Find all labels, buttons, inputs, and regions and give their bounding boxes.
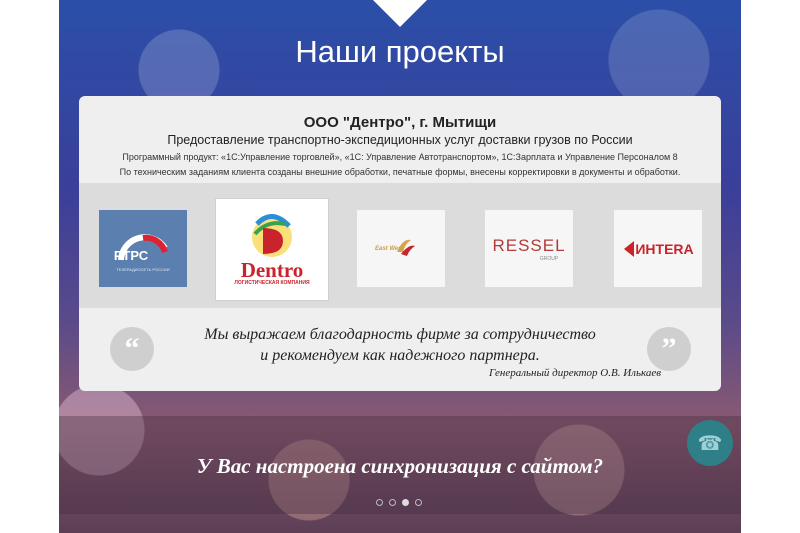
intera-arrow-icon — [624, 240, 635, 257]
sync-question: У Вас настроена синхронизация с сайтом? — [196, 454, 604, 478]
logo-rtrs[interactable]: РТРС ТЕЛЕРАДИОСЕТЬ РОССИИ — [99, 210, 187, 287]
testimonial-line2: и рекомендуем как надежного партнера. — [260, 347, 540, 364]
carousel-dot-active[interactable] — [402, 499, 409, 506]
phone-icon[interactable]: ☎ — [687, 420, 733, 466]
testimonial: “ Мы выражаем благодарность фирме за сот… — [79, 309, 721, 389]
east-west-label: East West — [375, 246, 404, 252]
project-card: ООО "Дентро", г. Мытищи Предоставление т… — [79, 96, 721, 391]
projects-section: Наши проекты ООО "Дентро", г. Мытищи Пре… — [59, 0, 741, 533]
project-software: Программный продукт: «1С:Управление торг… — [122, 152, 678, 162]
quote-close-icon: ” — [647, 327, 691, 371]
carousel-dot[interactable] — [415, 499, 422, 506]
testimonial-line1: Мы выражаем благодарность фирме за сотру… — [204, 326, 596, 343]
rtrs-sublabel: ТЕЛЕРАДИОСЕТЬ РОССИИ — [116, 266, 170, 272]
project-company: ООО "Дентро", г. Мытищи — [303, 114, 497, 131]
logo-east-west[interactable]: East West — [357, 210, 445, 287]
rtrs-label: РТРС — [113, 247, 149, 263]
carousel-dots — [376, 499, 422, 506]
project-subtitle: Предоставление транспортно-экспедиционны… — [167, 133, 633, 147]
ressel-label: RESSEL — [492, 235, 566, 255]
section-title: Наши проекты — [295, 34, 505, 69]
carousel-dot[interactable] — [389, 499, 396, 506]
ressel-sublabel: GROUP — [539, 255, 559, 262]
logo-ressel[interactable]: RESSEL GROUP — [485, 210, 573, 287]
dentro-sublabel: ЛОГИСТИЧЕСКАЯ КОМПАНИЯ — [234, 279, 310, 286]
carousel-dot[interactable] — [376, 499, 383, 506]
dentro-label: Dentro — [240, 257, 304, 282]
logo-intera[interactable]: ИНТЕRA — [614, 210, 702, 287]
project-work: По техническим заданиям клиента созданы … — [119, 167, 681, 177]
testimonial-author: Генеральный директор О.В. Илькаев — [489, 367, 661, 379]
intera-label: ИНТЕRA — [635, 240, 694, 257]
client-logos: РТРС ТЕЛЕРАДИОСЕТЬ РОССИИ Dentro ЛОГИСТИ… — [79, 183, 721, 308]
dentro-emblem-icon — [252, 213, 292, 257]
logo-dentro[interactable]: Dentro ЛОГИСТИЧЕСКАЯ КОМПАНИЯ — [215, 198, 329, 301]
section-notch — [373, 0, 427, 27]
